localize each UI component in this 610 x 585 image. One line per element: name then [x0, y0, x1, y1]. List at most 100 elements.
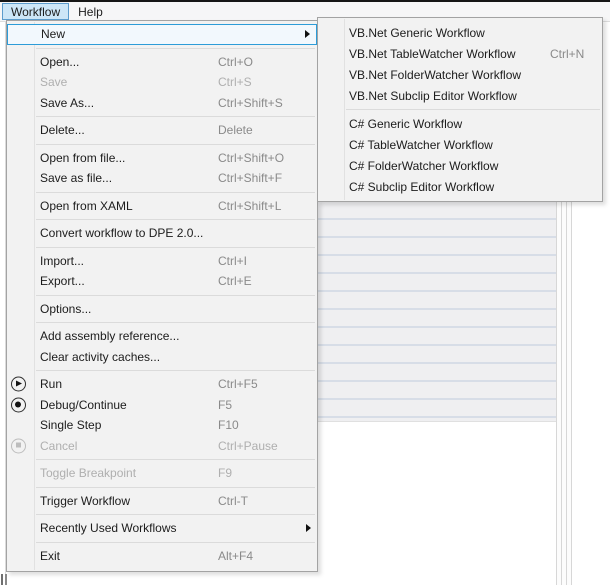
menu-separator	[36, 542, 315, 543]
menu-item-save: Save Ctrl+S	[7, 72, 317, 93]
menu-item-open[interactable]: Open... Ctrl+O	[7, 52, 317, 73]
menu-separator	[36, 48, 315, 49]
menu-item-label: Open from file...	[40, 151, 125, 165]
menu-item-shortcut: Ctrl+O	[218, 55, 253, 69]
submenu-item-vbnet-tablewatcher-workflow[interactable]: VB.Net TableWatcher Workflow Ctrl+N	[318, 43, 602, 64]
submenu-item-csharp-tablewatcher-workflow[interactable]: C# TableWatcher Workflow	[318, 134, 602, 155]
menu-separator	[36, 144, 315, 145]
menu-separator	[36, 116, 315, 117]
menu-item-trigger-workflow[interactable]: Trigger Workflow Ctrl-T	[7, 491, 317, 512]
menu-item-label: Exit	[40, 549, 60, 563]
submenu-item-vbnet-subclip-editor-workflow[interactable]: VB.Net Subclip Editor Workflow	[318, 85, 602, 106]
menu-item-label: VB.Net FolderWatcher Workflow	[349, 68, 521, 82]
menu-separator	[36, 370, 315, 371]
menu-item-exit[interactable]: Exit Alt+F4	[7, 546, 317, 567]
menu-item-shortcut: Ctrl+Shift+F	[218, 171, 282, 185]
menu-item-import[interactable]: Import... Ctrl+I	[7, 251, 317, 272]
menu-item-label: C# Generic Workflow	[349, 117, 462, 131]
menubar-item-workflow[interactable]: Workflow	[2, 3, 69, 20]
menu-item-open-from-xaml[interactable]: Open from XAML Ctrl+Shift+L	[7, 196, 317, 217]
menu-item-label: Toggle Breakpoint	[40, 466, 136, 480]
menu-item-shortcut: Alt+F4	[218, 549, 253, 563]
menu-item-label: VB.Net Generic Workflow	[349, 26, 485, 40]
menu-item-debug-continue[interactable]: Debug/Continue F5	[7, 395, 317, 416]
menu-separator	[346, 109, 600, 110]
menu-separator	[36, 322, 315, 323]
menu-item-shortcut: Ctrl+I	[218, 254, 247, 268]
menu-item-cancel: Cancel Ctrl+Pause	[7, 436, 317, 457]
menu-item-export[interactable]: Export... Ctrl+E	[7, 271, 317, 292]
stop-circle-icon	[11, 438, 26, 453]
menu-separator	[36, 514, 315, 515]
menu-item-toggle-breakpoint: Toggle Breakpoint F9	[7, 463, 317, 484]
menu-item-run[interactable]: Run Ctrl+F5	[7, 374, 317, 395]
submenu-item-csharp-generic-workflow[interactable]: C# Generic Workflow	[318, 113, 602, 134]
menu-item-shortcut: Ctrl+Shift+S	[218, 96, 283, 110]
menu-item-label: C# FolderWatcher Workflow	[349, 159, 498, 173]
submenu-item-vbnet-folderwatcher-workflow[interactable]: VB.Net FolderWatcher Workflow	[318, 64, 602, 85]
menu-item-shortcut: Ctrl+E	[218, 274, 252, 288]
menu-item-delete[interactable]: Delete... Delete	[7, 120, 317, 141]
menu-item-label: Cancel	[40, 439, 77, 453]
menu-item-add-assembly-reference[interactable]: Add assembly reference...	[7, 326, 317, 347]
menu-item-shortcut: Ctrl+S	[218, 75, 252, 89]
menu-item-label: Recently Used Workflows	[40, 521, 177, 535]
menu-item-label: Save as file...	[40, 171, 112, 185]
menubar-item-label: Help	[78, 5, 103, 19]
menu-separator	[36, 487, 315, 488]
menu-separator	[36, 192, 315, 193]
menu-item-recently-used-workflows[interactable]: Recently Used Workflows	[7, 518, 317, 539]
menu-separator	[36, 295, 315, 296]
menu-item-label: Options...	[40, 302, 91, 316]
menubar-item-label: Workflow	[11, 5, 60, 19]
menu-item-shortcut: Ctrl+Shift+L	[218, 199, 281, 213]
menu-item-shortcut: Ctrl+N	[550, 47, 584, 61]
menu-item-open-from-file[interactable]: Open from file... Ctrl+Shift+O	[7, 148, 317, 169]
scrollbar-track[interactable]	[556, 202, 572, 585]
record-circle-icon	[11, 397, 26, 412]
submenu-item-csharp-folderwatcher-workflow[interactable]: C# FolderWatcher Workflow	[318, 155, 602, 176]
menu-item-label: Save	[40, 75, 67, 89]
menu-item-convert-workflow-to-dpe[interactable]: Convert workflow to DPE 2.0...	[7, 223, 317, 244]
menu-item-single-step[interactable]: Single Step F10	[7, 415, 317, 436]
menu-separator	[36, 459, 315, 460]
menu-item-clear-activity-caches[interactable]: Clear activity caches...	[7, 347, 317, 368]
menu-item-shortcut: Delete	[218, 123, 253, 137]
play-circle-icon	[11, 377, 26, 392]
menu-item-label: New	[41, 27, 65, 41]
new-submenu: VB.Net Generic Workflow VB.Net TableWatc…	[317, 17, 603, 202]
menu-item-label: Convert workflow to DPE 2.0...	[40, 226, 203, 240]
menu-item-label: VB.Net TableWatcher Workflow	[349, 47, 516, 61]
menu-separator	[36, 219, 315, 220]
menu-item-shortcut: F10	[218, 418, 239, 432]
menu-item-label: Open from XAML	[40, 199, 133, 213]
menu-item-label: C# Subclip Editor Workflow	[349, 180, 494, 194]
menu-item-label: Save As...	[40, 96, 94, 110]
submenu-item-vbnet-generic-workflow[interactable]: VB.Net Generic Workflow	[318, 22, 602, 43]
submenu-arrow-icon	[305, 30, 310, 38]
submenu-item-csharp-subclip-editor-workflow[interactable]: C# Subclip Editor Workflow	[318, 176, 602, 197]
menu-item-new[interactable]: New	[7, 24, 317, 45]
menu-item-save-as[interactable]: Save As... Ctrl+Shift+S	[7, 93, 317, 114]
menu-item-label: Trigger Workflow	[40, 494, 130, 508]
menu-item-shortcut: Ctrl+Shift+O	[218, 151, 284, 165]
menu-item-label: C# TableWatcher Workflow	[349, 138, 493, 152]
menu-item-shortcut: Ctrl-T	[218, 494, 248, 508]
menu-item-label: VB.Net Subclip Editor Workflow	[349, 89, 517, 103]
menu-item-shortcut: F5	[218, 398, 232, 412]
menu-item-label: Single Step	[40, 418, 101, 432]
menu-item-label: Debug/Continue	[40, 398, 127, 412]
menu-item-label: Clear activity caches...	[40, 350, 160, 364]
background-list-rows	[317, 202, 556, 422]
menu-separator	[36, 247, 315, 248]
menu-item-save-as-file[interactable]: Save as file... Ctrl+Shift+F	[7, 168, 317, 189]
menu-item-options[interactable]: Options...	[7, 299, 317, 320]
menu-item-label: Delete...	[40, 123, 85, 137]
workflow-menu: New Open... Ctrl+O Save Ctrl+S Save As..…	[6, 20, 318, 572]
menu-item-shortcut: Ctrl+F5	[218, 377, 258, 391]
menu-item-label: Export...	[40, 274, 85, 288]
menubar-item-help[interactable]: Help	[69, 3, 112, 20]
menu-item-shortcut: Ctrl+Pause	[218, 439, 278, 453]
window-corner-grip	[1, 574, 7, 585]
submenu-arrow-icon	[306, 524, 311, 532]
